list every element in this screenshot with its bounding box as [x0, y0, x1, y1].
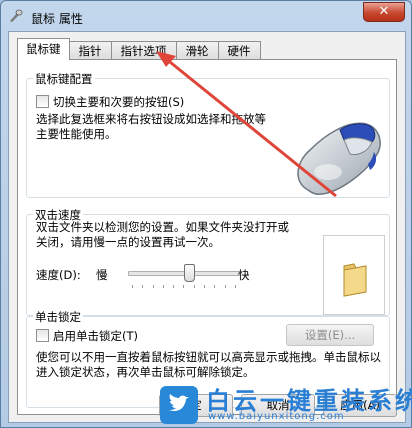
tab-wheel[interactable]: 滑轮	[175, 41, 219, 60]
switch-buttons-checkbox-box[interactable]	[36, 95, 49, 108]
test-folder-icon[interactable]	[324, 236, 384, 314]
window-title: 鼠标 属性	[31, 12, 83, 26]
speed-label: 速度(D):	[36, 268, 81, 282]
click-lock-legend: 单击锁定	[33, 309, 83, 325]
mouse-illustration-icon	[297, 122, 381, 195]
enable-click-lock-checkbox[interactable]: 启用单击锁定(T)	[36, 328, 138, 344]
speed-slider-thumb[interactable]	[184, 264, 196, 282]
switch-buttons-label: 切换主要和次要的按钮(S)	[53, 95, 185, 109]
watermark: 白云一键重装系统 www.baiyunxitong.com	[160, 381, 412, 428]
enable-click-lock-label: 启用单击锁定(T)	[53, 329, 138, 343]
tab-hardware[interactable]: 硬件	[217, 41, 261, 60]
tab-pointer-options[interactable]: 指针选项	[110, 41, 177, 60]
button-config-description: 选择此复选框来将右按钮设成如选择和拖放等主要性能使用。	[36, 112, 266, 141]
close-button[interactable]: ✕	[363, 2, 405, 22]
watermark-url: www.baiyunxitong.com	[208, 411, 345, 422]
speed-slider-ticks	[132, 285, 236, 289]
mouse-properties-window: 鼠标 属性 ✕ 鼠标键 指针 指针选项 滑轮 硬件 鼠标键配置 切换主要和次要的…	[0, 0, 412, 428]
tab-panel: 鼠标键配置 切换主要和次要的按钮(S) 选择此复选框来将右按钮设成如选择和拖放等…	[17, 59, 397, 415]
dialog-client-area: 鼠标键 指针 指针选项 滑轮 硬件 鼠标键配置 切换主要和次要的按钮(S) 选择…	[8, 31, 406, 423]
twitter-bird-logo-icon	[160, 386, 198, 424]
tab-strip: 鼠标键 指针 指针选项 滑轮 硬件	[17, 38, 261, 60]
double-click-description: 双击文件夹以检测您的设置。如果文件夹没打开或关闭，请用慢一点的设置再试一次。	[36, 220, 289, 249]
slow-label: 慢	[96, 268, 108, 282]
button-config-legend: 鼠标键配置	[33, 71, 95, 87]
click-lock-settings-button[interactable]: 设置(E)...	[286, 324, 374, 346]
title-bar[interactable]: 鼠标 属性 ✕	[1, 1, 411, 31]
double-click-test-area[interactable]	[323, 235, 385, 315]
fast-label: 快	[238, 268, 250, 282]
tab-pointers[interactable]: 指针	[68, 41, 112, 60]
click-lock-description: 使您可以不用一直按着鼠标按钮就可以高亮显示或拖拽。单击鼠标以进入锁定状态，再次单…	[36, 350, 381, 379]
enable-click-lock-checkbox-box[interactable]	[36, 329, 49, 342]
switch-buttons-checkbox[interactable]: 切换主要和次要的按钮(S)	[36, 94, 184, 110]
mouse-app-icon	[10, 9, 23, 22]
tab-mouse-buttons[interactable]: 鼠标键	[17, 38, 70, 60]
